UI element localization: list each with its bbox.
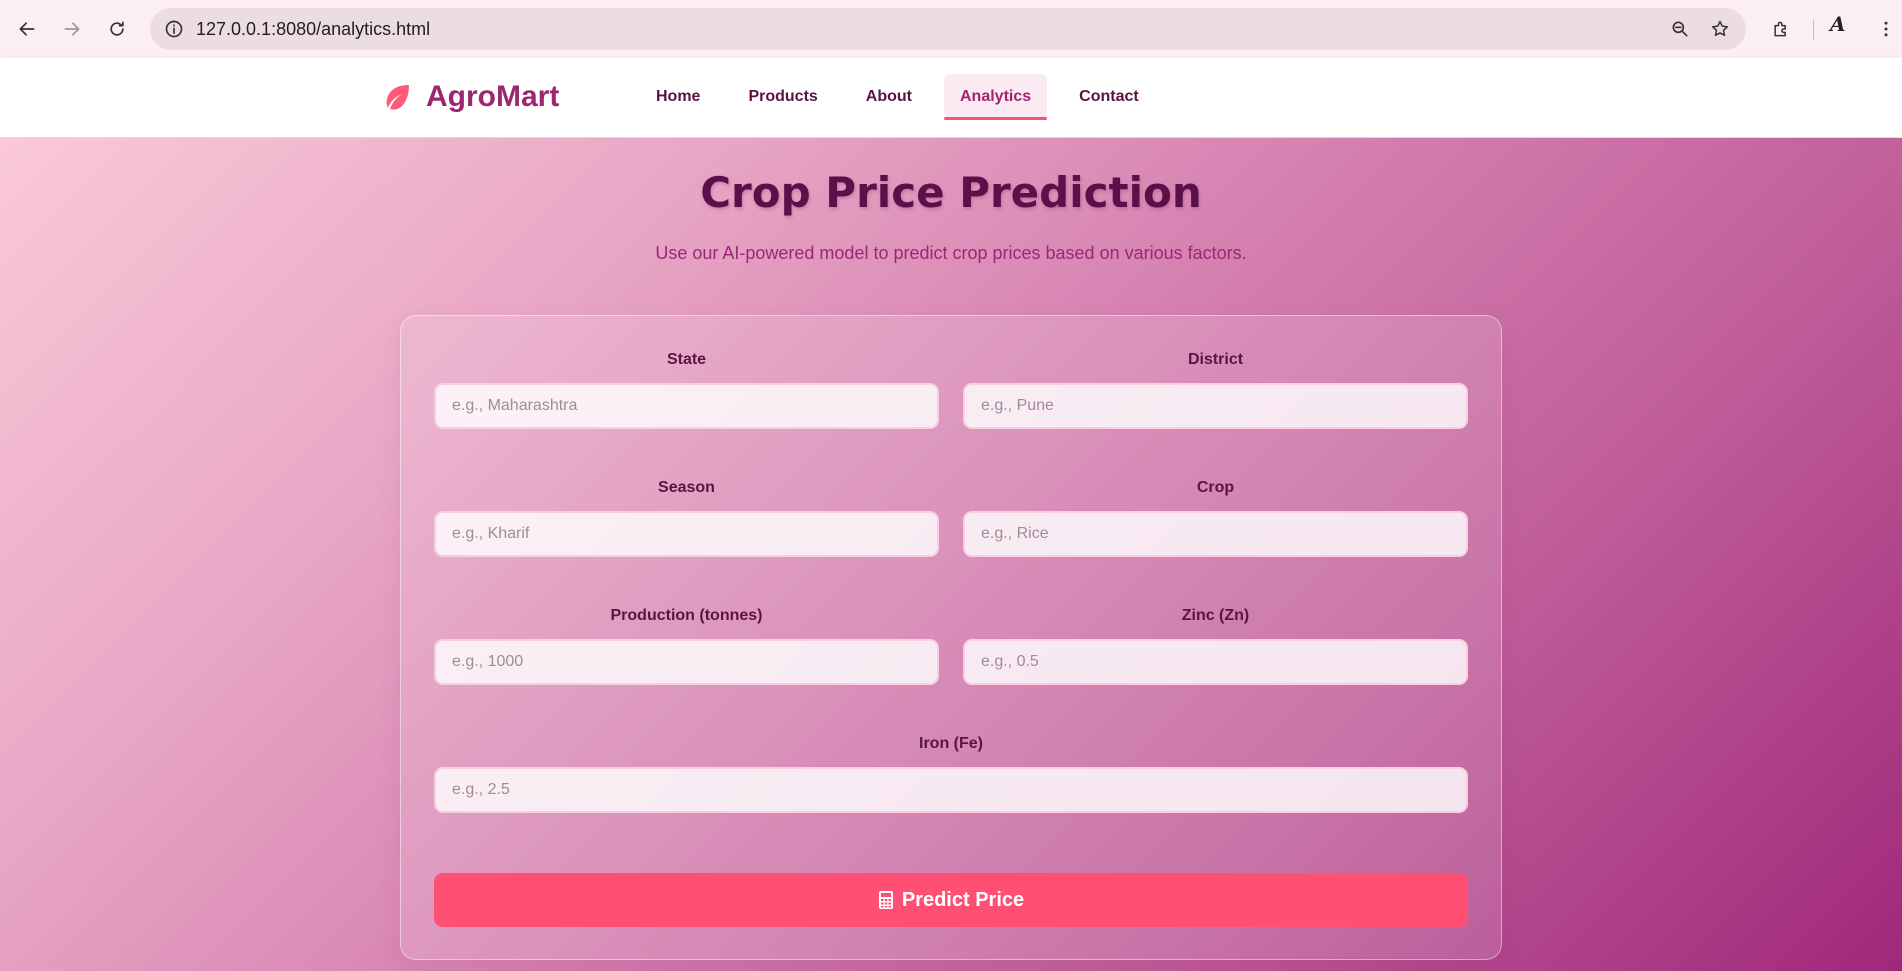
leaf-icon: [386, 85, 409, 110]
district-input[interactable]: [963, 383, 1468, 429]
state-input[interactable]: [434, 383, 939, 429]
district-label: District: [1187, 351, 1244, 368]
reload-button[interactable]: [100, 12, 134, 46]
bookmark-button[interactable]: [1706, 15, 1734, 43]
state-label: State: [666, 351, 707, 368]
site-info-button[interactable]: [160, 15, 188, 43]
brand-name: AgroMart: [426, 80, 560, 113]
star-icon: [1711, 20, 1729, 37]
production-input[interactable]: [434, 639, 939, 685]
nav-about[interactable]: About: [850, 74, 928, 120]
predict-price-label: Predict Price: [901, 888, 1025, 911]
main-menu: Home Products About Analytics Contact: [640, 74, 1171, 120]
state-field-group: State: [434, 351, 939, 429]
zinc-label: Zinc (Zn): [1181, 607, 1250, 624]
nav-products[interactable]: Products: [732, 74, 833, 120]
info-icon: [165, 20, 183, 38]
main-section: Crop Price Prediction Use our AI-powered…: [0, 138, 1902, 971]
zoom-button[interactable]: [1666, 15, 1694, 43]
toolbar-divider: [1813, 20, 1814, 40]
arrow-left-icon: [19, 22, 35, 36]
arrow-right-icon: [64, 22, 80, 36]
address-bar[interactable]: 127.0.0.1:8080/analytics.html: [150, 8, 1746, 50]
crop-input[interactable]: [963, 511, 1468, 557]
prediction-form: State District Season Crop Production (t…: [400, 315, 1502, 960]
iron-field-group: Iron (Fe): [434, 735, 1468, 813]
nav-home[interactable]: Home: [640, 74, 716, 120]
crop-label: Crop: [1196, 479, 1235, 496]
season-field-group: Season: [434, 479, 939, 557]
nav-contact[interactable]: Contact: [1063, 74, 1155, 120]
brand-logo[interactable]: AgroMart: [380, 80, 559, 114]
production-label: Production (tonnes): [610, 607, 763, 624]
district-field-group: District: [963, 351, 1468, 429]
site-navbar: AgroMart Home Products About Analytics C…: [0, 58, 1902, 138]
puzzle-icon: [1774, 21, 1786, 37]
reload-icon: [110, 21, 124, 36]
page-subtitle: Use our AI-powered model to predict crop…: [655, 243, 1247, 263]
browser-toolbar: 127.0.0.1:8080/analytics.html A: [0, 0, 1902, 58]
url-text[interactable]: 127.0.0.1:8080/analytics.html: [196, 19, 430, 40]
back-button[interactable]: [10, 12, 44, 46]
crop-field-group: Crop: [963, 479, 1468, 557]
forward-button[interactable]: [55, 12, 89, 46]
page-title: Crop Price Prediction: [700, 168, 1202, 217]
zinc-input[interactable]: [963, 639, 1468, 685]
zinc-field-group: Zinc (Zn): [963, 607, 1468, 685]
iron-label: Iron (Fe): [919, 735, 983, 752]
extensions-button[interactable]: [1764, 12, 1798, 46]
profile-glyph: A: [1830, 12, 1846, 36]
zoom-out-icon: [1672, 21, 1688, 37]
predict-price-button[interactable]: Predict Price: [434, 873, 1468, 927]
iron-input[interactable]: [434, 767, 1468, 813]
nav-analytics[interactable]: Analytics: [944, 74, 1048, 120]
production-field-group: Production (tonnes): [434, 607, 939, 685]
season-label: Season: [658, 479, 715, 496]
profile-button[interactable]: A: [1830, 12, 1846, 36]
more-vert-icon: [1884, 21, 1888, 37]
calculator-icon: [878, 891, 893, 909]
browser-menu-button[interactable]: [1876, 12, 1896, 46]
season-input[interactable]: [434, 511, 939, 557]
